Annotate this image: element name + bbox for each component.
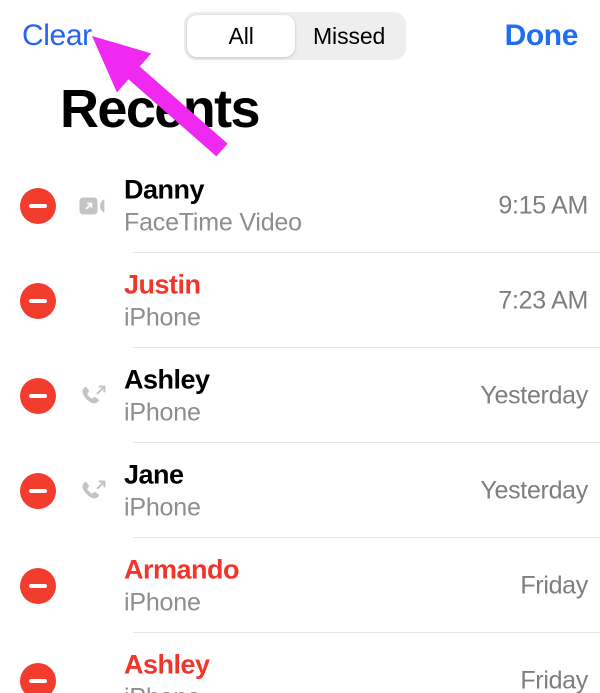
phone-outgoing-icon [78, 381, 110, 411]
tab-all[interactable]: All [187, 15, 296, 57]
contact-name: Ashley [124, 363, 210, 394]
call-time: 9:15 AM [498, 191, 588, 219]
delete-call-button[interactable] [20, 187, 56, 224]
call-subtitle: iPhone [124, 398, 201, 427]
call-subtitle: FaceTime Video [124, 208, 302, 237]
minus-icon [29, 583, 47, 588]
minus-icon [29, 678, 47, 683]
delete-call-button[interactable] [20, 662, 56, 693]
contact-name: Justin [124, 268, 201, 299]
call-subtitle: iPhone [124, 682, 210, 693]
clear-button[interactable]: Clear [22, 19, 92, 53]
call-row[interactable]: Jane iPhone Yesterday [0, 443, 600, 538]
call-row-text: Justin iPhone [124, 269, 201, 332]
recents-screen: Clear All Missed Done Recents Danny FaceT… [0, 0, 600, 693]
call-row[interactable]: Justin iPhone 7:23 AM [0, 253, 600, 348]
minus-icon [29, 393, 47, 398]
done-button[interactable]: Done [505, 19, 579, 53]
contact-name: Armando [124, 553, 240, 584]
call-row-text: Ashley iPhone [124, 364, 210, 427]
call-time: 7:23 AM [498, 286, 588, 314]
call-row-text: Danny FaceTime Video [124, 174, 302, 237]
navigation-bar: Clear All Missed Done [0, 0, 600, 72]
call-time: Yesterday [480, 476, 588, 504]
call-row[interactable]: Ashley iPhone Yesterday [0, 348, 600, 443]
call-subtitle: iPhone [124, 588, 201, 617]
phone-outgoing-icon [78, 476, 110, 506]
minus-icon [29, 488, 47, 493]
call-row[interactable]: Ashley iPhone Friday [0, 633, 600, 693]
call-row[interactable]: Danny FaceTime Video 9:15 AM [0, 158, 600, 253]
call-row[interactable]: Armando iPhone Friday [0, 538, 600, 633]
tab-missed[interactable]: Missed [295, 15, 403, 57]
call-time: Friday [520, 571, 588, 599]
contact-name: Ashley [124, 648, 210, 679]
contact-name: Danny [124, 173, 205, 204]
minus-icon [29, 203, 47, 208]
delete-call-button[interactable] [20, 282, 56, 319]
page-title: Recents [60, 79, 261, 139]
recents-call-list: Danny FaceTime Video 9:15 AM Justin iPhone 7:… [0, 158, 600, 693]
delete-call-button[interactable] [20, 567, 56, 604]
call-subtitle: iPhone [124, 303, 201, 332]
call-time: Yesterday [480, 381, 588, 409]
call-row-text: Jane iPhone [124, 459, 201, 522]
contact-name: Jane [124, 458, 184, 489]
call-row-text: Armando iPhone [124, 553, 240, 617]
video-outgoing-icon [78, 191, 110, 221]
call-subtitle: iPhone [124, 493, 201, 522]
call-time: Friday [520, 666, 588, 693]
call-filter-segmented-control[interactable]: All Missed [184, 12, 407, 60]
call-row-text: Ashley iPhone [124, 649, 210, 693]
minus-icon [29, 298, 47, 303]
delete-call-button[interactable] [20, 472, 56, 509]
delete-call-button[interactable] [20, 377, 56, 414]
